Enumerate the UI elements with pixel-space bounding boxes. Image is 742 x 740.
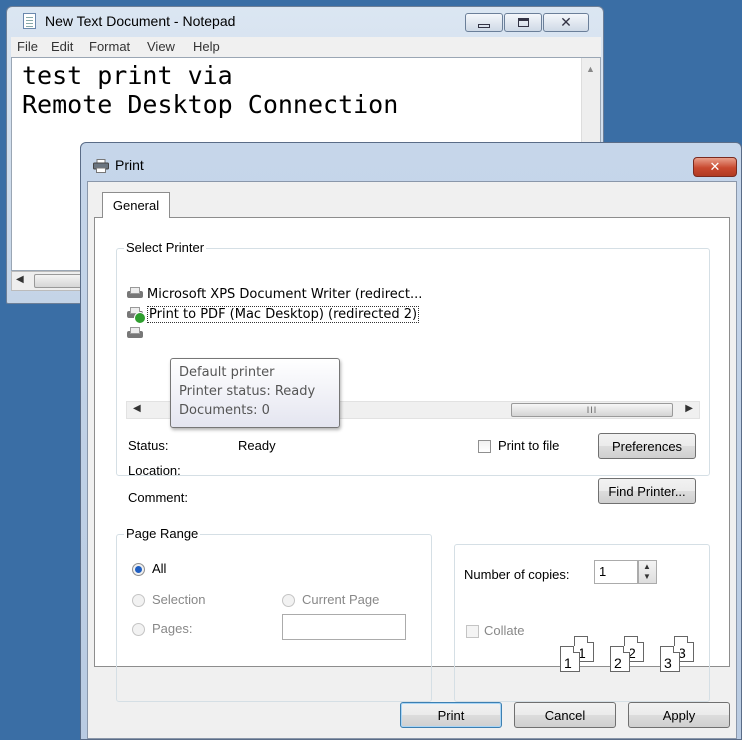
scroll-left-icon[interactable]: ◀: [133, 403, 141, 414]
scroll-thumb[interactable]: III: [511, 403, 673, 417]
notepad-titlebar[interactable]: New Text Document - Notepad ✕: [7, 7, 603, 37]
spin-up-icon[interactable]: ▲: [643, 562, 651, 571]
notepad-text-line: test print via: [22, 61, 233, 90]
menu-format[interactable]: Format: [89, 39, 130, 54]
page-range-pages-radio[interactable]: [132, 623, 145, 636]
notepad-window-title: New Text Document - Notepad: [45, 13, 236, 29]
page-range-legend: Page Range: [124, 526, 201, 541]
page-range-current-page-label[interactable]: Current Page: [302, 592, 379, 607]
menu-edit[interactable]: Edit: [51, 39, 73, 54]
notepad-horizontal-scrollbar[interactable]: ◀: [11, 271, 91, 291]
number-of-copies-input[interactable]: 1: [594, 560, 638, 584]
notepad-text: test print via Remote Desktop Connection: [22, 61, 398, 119]
printer-item-label: Microsoft XPS Document Writer (redirect.…: [147, 286, 423, 302]
printer-icon: [126, 286, 144, 302]
tooltip-line: Printer status: Ready: [179, 384, 316, 399]
maximize-button[interactable]: [504, 13, 542, 32]
close-icon: ✕: [560, 14, 572, 31]
printer-item-xps[interactable]: Microsoft XPS Document Writer (redirect.…: [126, 284, 422, 304]
pages-input[interactable]: [282, 614, 406, 640]
apply-button[interactable]: Apply: [628, 702, 730, 728]
number-of-copies-label: Number of copies:: [464, 567, 570, 582]
printer-item-label: Print to PDF (Mac Desktop) (redirected 2…: [147, 305, 420, 323]
cancel-button[interactable]: Cancel: [514, 702, 616, 728]
find-printer-button[interactable]: Find Printer...: [598, 478, 696, 504]
print-dialog: Print ✕ General Select Printer Microsoft…: [80, 142, 742, 740]
printer-tooltip: Default printer Printer status: Ready Do…: [170, 358, 340, 428]
collate-page-icon: 1: [560, 646, 580, 672]
close-icon: ✕: [709, 159, 721, 175]
page-range-current-page-radio[interactable]: [282, 594, 295, 607]
printer-item-other[interactable]: [126, 324, 147, 344]
tooltip-line: Documents: 0: [179, 403, 270, 418]
page-range-all-label[interactable]: All: [152, 561, 166, 576]
print-button[interactable]: Print: [400, 702, 502, 728]
scroll-left-icon[interactable]: ◀: [16, 274, 24, 285]
page-range-pages-label[interactable]: Pages:: [152, 621, 192, 636]
scroll-up-icon[interactable]: ▲: [586, 64, 595, 74]
minimize-button[interactable]: [465, 13, 503, 32]
print-to-file-checkbox[interactable]: [478, 440, 491, 453]
printer-icon: [126, 306, 146, 324]
default-printer-check-icon: [134, 312, 146, 324]
print-dialog-title: Print: [115, 157, 144, 173]
notepad-close-button[interactable]: ✕: [543, 13, 589, 32]
select-printer-legend: Select Printer: [124, 240, 207, 255]
grip-icon: III: [586, 405, 598, 415]
notepad-menubar: File Edit Format View Help: [11, 37, 601, 57]
collate-page-number: 1: [564, 655, 572, 671]
status-label: Status:: [128, 438, 169, 453]
printer-icon: [126, 326, 144, 342]
print-dialog-body: General Select Printer Microsoft XPS Doc…: [87, 181, 737, 739]
collate-page-icon: 3: [660, 646, 680, 672]
printer-icon: [93, 159, 109, 173]
collate-page-number: 2: [614, 655, 622, 671]
notepad-document-icon: [23, 13, 36, 29]
notepad-text-line: Remote Desktop Connection: [22, 90, 399, 119]
print-to-file-label[interactable]: Print to file: [498, 438, 559, 453]
collate-checkbox[interactable]: [466, 625, 479, 638]
tooltip-line: Default printer: [179, 365, 275, 380]
printer-item-pdf[interactable]: Print to PDF (Mac Desktop) (redirected 2…: [126, 304, 420, 324]
maximize-icon: [517, 18, 529, 27]
collate-page-icon: 2: [610, 646, 630, 672]
menu-view[interactable]: View: [147, 39, 175, 54]
page-range-selection-label[interactable]: Selection: [152, 592, 205, 607]
menu-help[interactable]: Help: [193, 39, 220, 54]
preferences-button[interactable]: Preferences: [598, 433, 696, 459]
page-range-selection-radio[interactable]: [132, 594, 145, 607]
menu-file[interactable]: File: [17, 39, 38, 54]
scroll-right-icon[interactable]: ▶: [685, 403, 693, 414]
page-range-all-radio[interactable]: [132, 563, 145, 576]
collate-page-number: 3: [664, 655, 672, 671]
print-dialog-close-button[interactable]: ✕: [693, 157, 737, 177]
location-label: Location:: [128, 463, 181, 478]
comment-label: Comment:: [128, 490, 188, 505]
copies-spinner[interactable]: ▲ ▼: [638, 560, 657, 584]
collate-label[interactable]: Collate: [484, 623, 524, 638]
spin-down-icon[interactable]: ▼: [643, 572, 651, 581]
tab-general[interactable]: General: [102, 192, 170, 218]
minimize-icon: [478, 23, 490, 28]
status-value: Ready: [238, 438, 276, 453]
